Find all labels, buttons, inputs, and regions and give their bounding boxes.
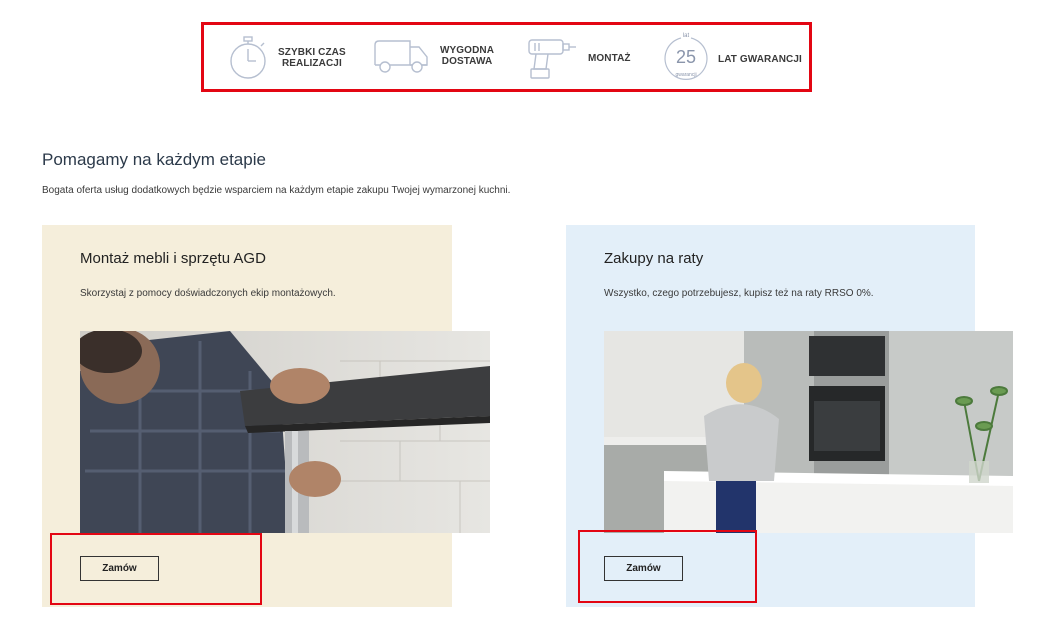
order-button-assembly[interactable]: Zamów (80, 556, 159, 581)
feature-delivery: WYGODNA DOSTAWA (372, 35, 494, 77)
feature-assembly: MONTAŻ (526, 35, 631, 81)
feature-label: DOSTAWA (441, 56, 493, 67)
service-card-installments: Zakupy na raty Wszystko, czego potrzebuj… (566, 225, 1013, 607)
feature-label: MONTAŻ (588, 52, 631, 64)
drill-icon (528, 39, 576, 79)
card-description: Wszystko, czego potrzebujesz, kupisz też… (604, 288, 874, 299)
warranty-badge-icon: lat 25 gwarancji (662, 33, 710, 83)
feature-label: REALIZACJI (281, 58, 342, 69)
feature-fast-realization: SZYBKI CZAS REALIZACJI (228, 35, 346, 81)
stopwatch-icon (230, 36, 266, 79)
feature-label: WYGODNA (440, 45, 495, 56)
feature-label: SZYBKI CZAS (278, 47, 346, 58)
kitchen-photo (604, 331, 1013, 533)
feature-warranty: lat 25 gwarancji LAT GWARANCJI (662, 33, 802, 83)
warranty-badge-bottom: gwarancji (675, 72, 697, 78)
warranty-badge-number: 25 (675, 47, 697, 67)
delivery-van-icon (374, 40, 428, 73)
section-title: Pomagamy na każdym etapie (42, 150, 266, 169)
service-card-assembly: Montaż mebli i sprzętu AGD Skorzystaj z … (42, 225, 490, 607)
card-title: Montaż mebli i sprzętu AGD (80, 250, 266, 267)
assembly-photo (80, 331, 490, 533)
card-title: Zakupy na raty (604, 250, 704, 267)
section-description: Bogata oferta usług dodatkowych będzie w… (42, 185, 511, 196)
warranty-badge-top: lat (682, 33, 690, 39)
features-strip: SZYBKI CZAS REALIZACJI WYGODNA DOSTAWA M (201, 22, 812, 92)
order-button-installments[interactable]: Zamów (604, 556, 683, 581)
card-description: Skorzystaj z pomocy doświadczonych ekip … (80, 288, 336, 299)
feature-label: LAT GWARANCJI (718, 53, 802, 65)
